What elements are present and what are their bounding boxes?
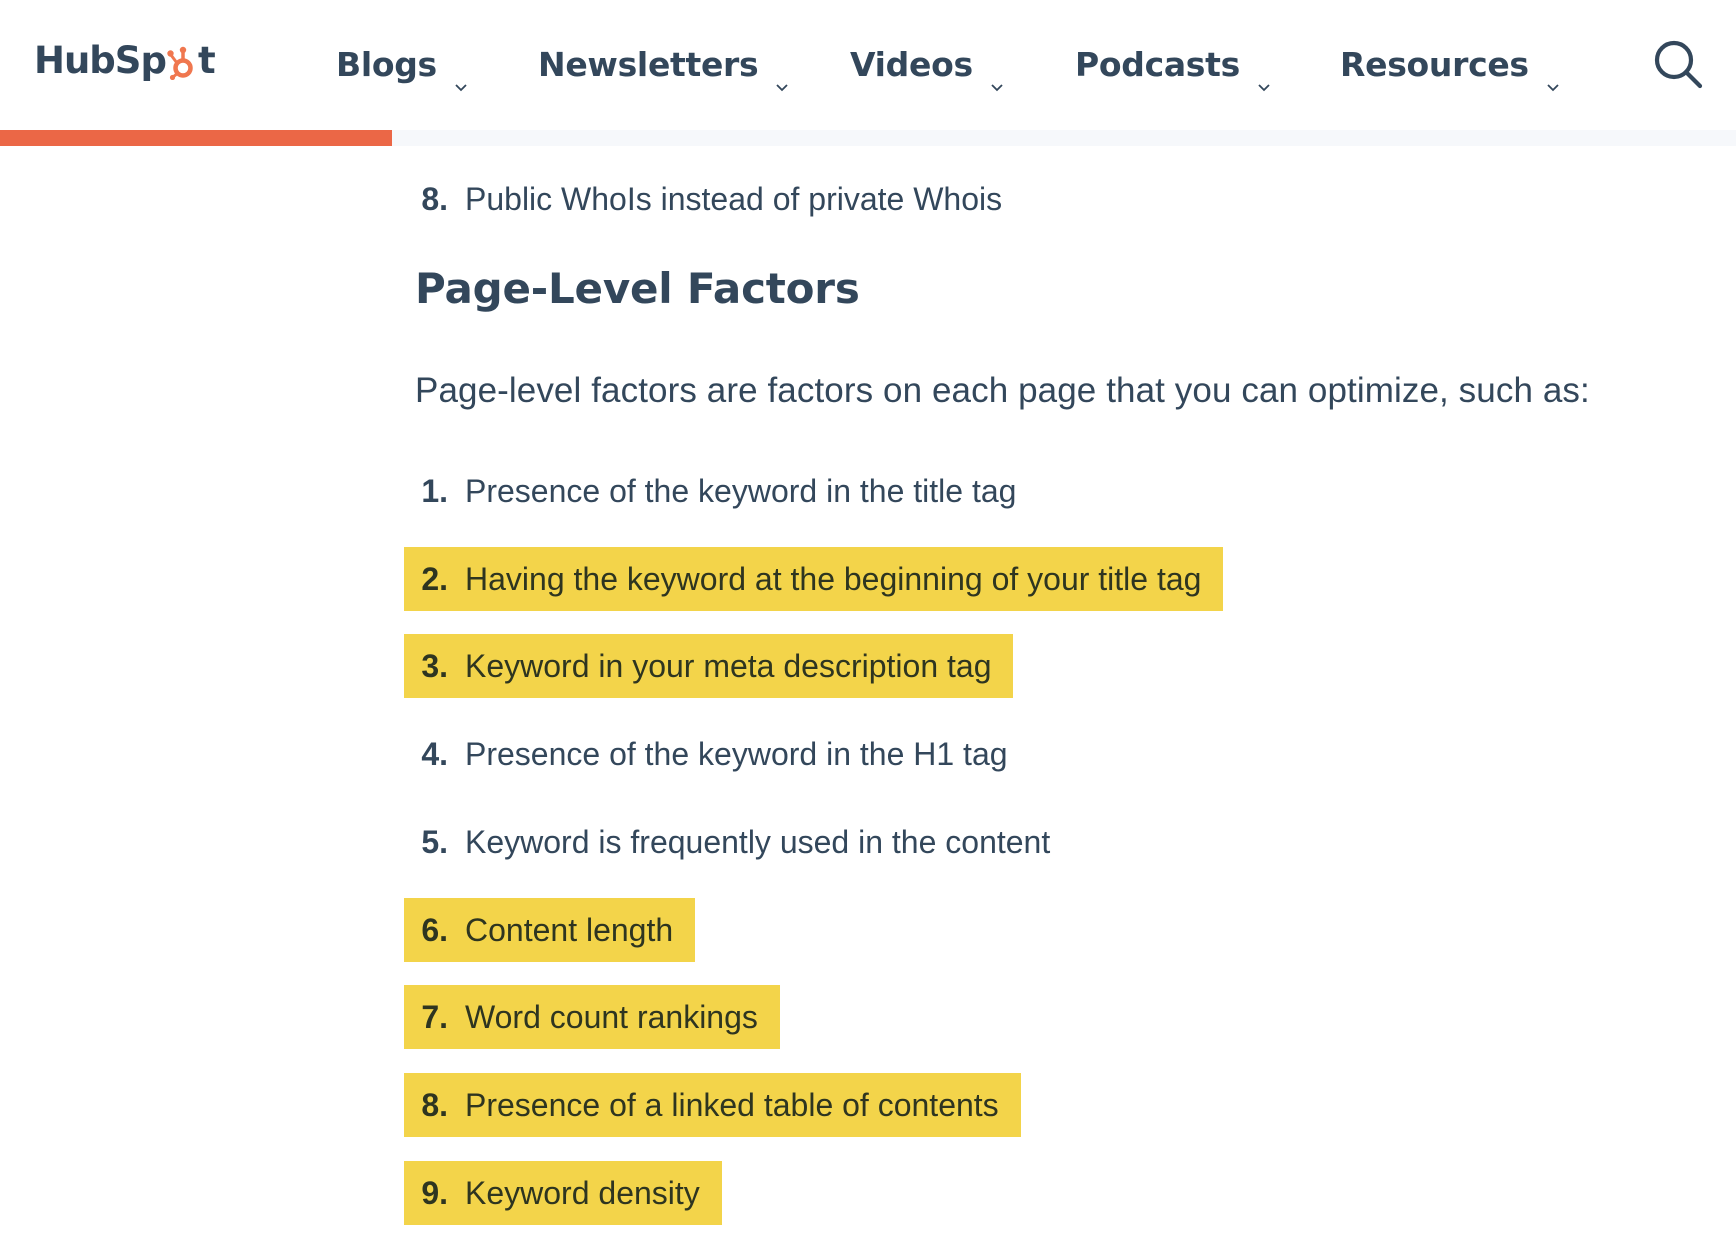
site-header: HubSp t Blogs Newsletters Videos Podcast…	[0, 0, 1736, 130]
list-item-text: Word count rankings	[465, 998, 758, 1035]
list-item-highlighted: 2. Having the keyword at the beginning o…	[404, 547, 1224, 611]
nav-newsletters[interactable]: Newsletters	[538, 40, 789, 92]
chevron-down-icon	[1258, 61, 1270, 92]
list-item-text: Keyword in your meta description tag	[465, 647, 992, 684]
list-item-highlighted: 3. Keyword in your meta description tag	[404, 634, 1014, 698]
logo-text-end: t	[197, 38, 216, 82]
list-item-text: Keyword density	[465, 1174, 700, 1211]
list-item-previous: 8. Public WhoIs instead of private Whois	[404, 167, 1002, 231]
list-item: 1. Presence of the keyword in the title …	[404, 459, 1016, 523]
list-item-text: Presence of the keyword in the title tag	[465, 472, 1017, 509]
list-item-highlighted: 6. Content length	[404, 898, 696, 962]
list-item-text: Keyword is frequently used in the conten…	[465, 823, 1051, 860]
list-item-number: 4.	[421, 735, 448, 772]
reading-progress-fill	[0, 130, 393, 146]
list-item-text: Presence of a linked table of contents	[465, 1086, 999, 1123]
nav-blogs[interactable]: Blogs	[336, 40, 467, 92]
list-item: 5. Keyword is frequently used in the con…	[404, 810, 1050, 874]
list-item-highlighted: 8. Presence of a linked table of content…	[404, 1073, 1021, 1137]
chevron-down-icon	[776, 61, 789, 92]
chevron-down-icon	[1547, 61, 1559, 92]
chevron-down-icon	[455, 61, 467, 92]
intro-paragraph: Page-level factors are factors on each p…	[415, 371, 1590, 410]
nav-resources[interactable]: Resources	[1340, 40, 1559, 92]
list-item-text: Content length	[465, 911, 674, 948]
list-item-number: 6.	[421, 911, 448, 948]
search-button[interactable]	[1650, 38, 1704, 90]
logo-text-start: HubSp	[34, 38, 167, 82]
list-item-text: Public WhoIs instead of private Whois	[465, 180, 1003, 217]
list-item-number: 7.	[421, 998, 448, 1035]
list-item-number: 8.	[421, 180, 448, 217]
list-item-number: 5.	[421, 823, 448, 860]
chevron-down-icon	[991, 61, 1003, 92]
list-item-number: 8.	[421, 1086, 448, 1123]
list-item-number: 1.	[421, 472, 448, 509]
list-item-number: 3.	[421, 647, 448, 684]
nav-podcasts[interactable]: Podcasts	[1075, 40, 1270, 92]
nav-newsletters-label: Newsletters	[538, 44, 759, 84]
section-heading: Page-Level Factors	[415, 264, 860, 313]
list-item-text: Having the keyword at the beginning of y…	[465, 560, 1202, 597]
list-item-number: 2.	[421, 560, 448, 597]
nav-videos[interactable]: Videos	[850, 40, 1003, 92]
list-item: 4. Presence of the keyword in the H1 tag	[404, 722, 1008, 786]
nav-videos-label: Videos	[850, 44, 973, 84]
nav-blogs-label: Blogs	[336, 44, 437, 84]
reading-progress-bar	[0, 130, 1736, 146]
nav-resources-label: Resources	[1340, 44, 1529, 84]
list-item-number: 9.	[421, 1174, 448, 1211]
list-item-text: Presence of the keyword in the H1 tag	[465, 735, 1008, 772]
nav-podcasts-label: Podcasts	[1075, 44, 1240, 84]
list-item-highlighted: 7. Word count rankings	[404, 985, 780, 1049]
hubspot-logo[interactable]: HubSp t	[34, 38, 216, 82]
search-icon	[1650, 40, 1704, 94]
sprocket-icon	[167, 46, 197, 81]
list-item-highlighted: 9. Keyword density	[404, 1161, 722, 1225]
